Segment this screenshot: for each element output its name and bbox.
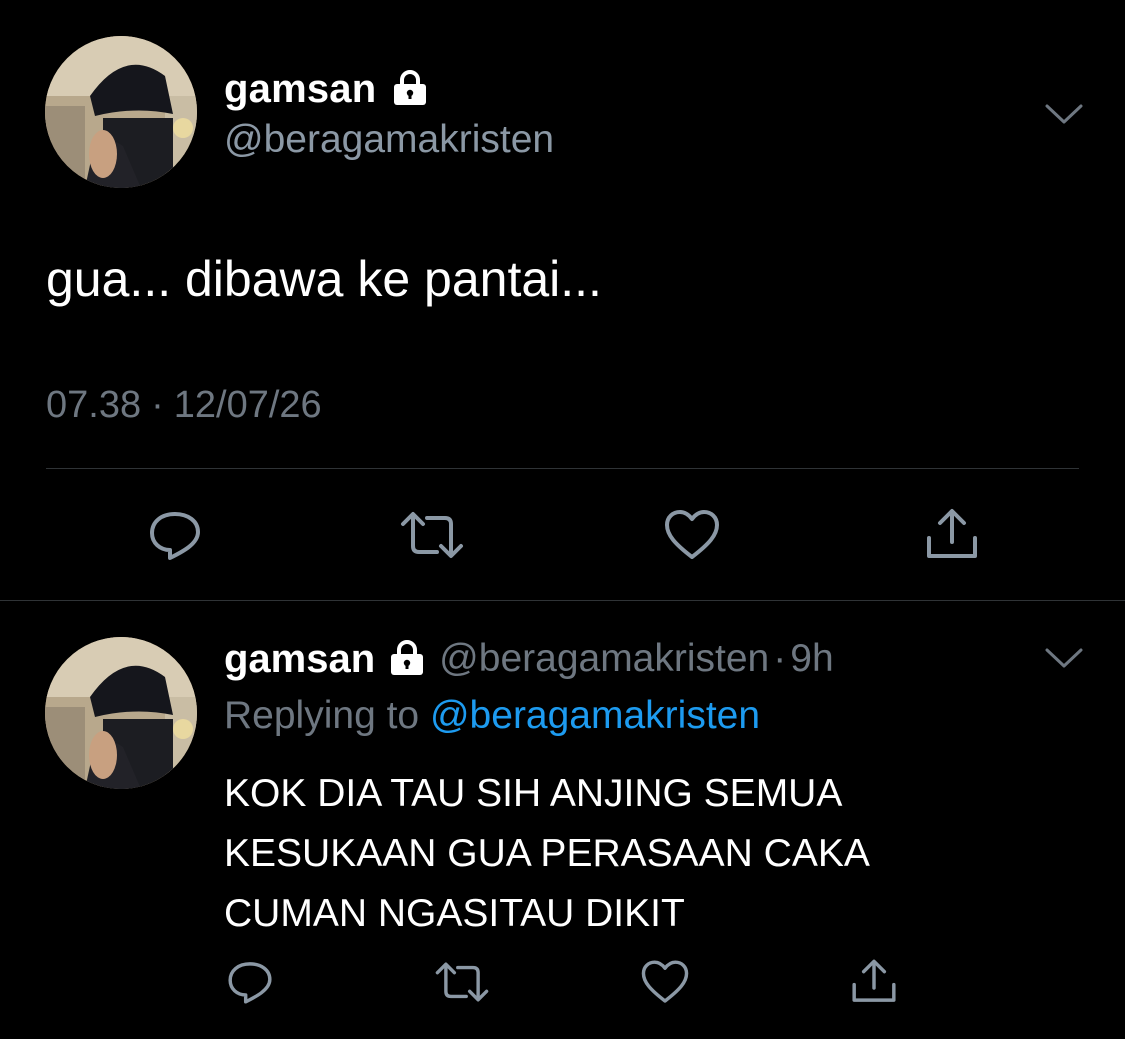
replying-to: Replying to @beragamakristen [224,694,760,738]
reply-avatar[interactable] [45,637,197,789]
reply-header: gamsan @beragamakristen · 9h [224,634,834,684]
retweet-icon [435,962,489,1002]
reply-relative-time[interactable]: 9h [790,637,833,681]
reply-user-handle[interactable]: @beragamakristen [439,637,769,681]
tweet-timestamp[interactable]: 07.38 · 12/07/26 [46,384,322,427]
tweet-date: 12/07/26 [173,384,322,426]
retweet-icon [401,512,463,558]
display-name[interactable]: gamsan [224,67,376,112]
reply-button[interactable] [140,500,210,570]
user-handle[interactable]: @beragamakristen [224,118,554,162]
like-button[interactable] [657,500,727,570]
reply-text-line: KOK DIA TAU SIH ANJING SEMUA [224,772,843,815]
share-button[interactable] [844,952,904,1012]
share-icon [852,959,896,1002]
reply-text: KOK DIA TAU SIH ANJING SEMUA KESUKAAN GU… [224,764,1044,944]
section-divider [0,600,1125,601]
reply-button[interactable] [220,952,280,1012]
share-icon [927,509,977,558]
retweet-button[interactable] [397,500,467,570]
timestamp-separator: · [151,384,164,426]
like-button[interactable] [635,952,695,1012]
avatar[interactable] [45,36,197,188]
retweet-button[interactable] [432,952,492,1012]
reply-icon [150,512,200,560]
divider [46,468,1079,469]
reply-text-line: KESUKAAN GUA PERASAAN CAKA [224,832,870,875]
reply-icon [228,962,272,1004]
reply-separator: · [773,637,787,680]
replying-prefix: Replying to [224,694,420,737]
heart-icon [641,960,689,1003]
reply-display-name[interactable]: gamsan [224,637,375,682]
lock-icon [390,67,430,112]
tweet-time: 07.38 [46,384,142,426]
lock-icon [387,637,427,682]
share-button[interactable] [917,500,987,570]
replying-mention[interactable]: @beragamakristen [430,694,760,737]
heart-icon [665,510,719,559]
chevron-down-icon[interactable] [1044,644,1084,672]
reply-text-line: CUMAN NGASITAU DIKIT [224,892,685,935]
tweet-text: gua... dibawa ke pantai... [46,251,602,307]
chevron-down-icon[interactable] [1044,100,1084,128]
